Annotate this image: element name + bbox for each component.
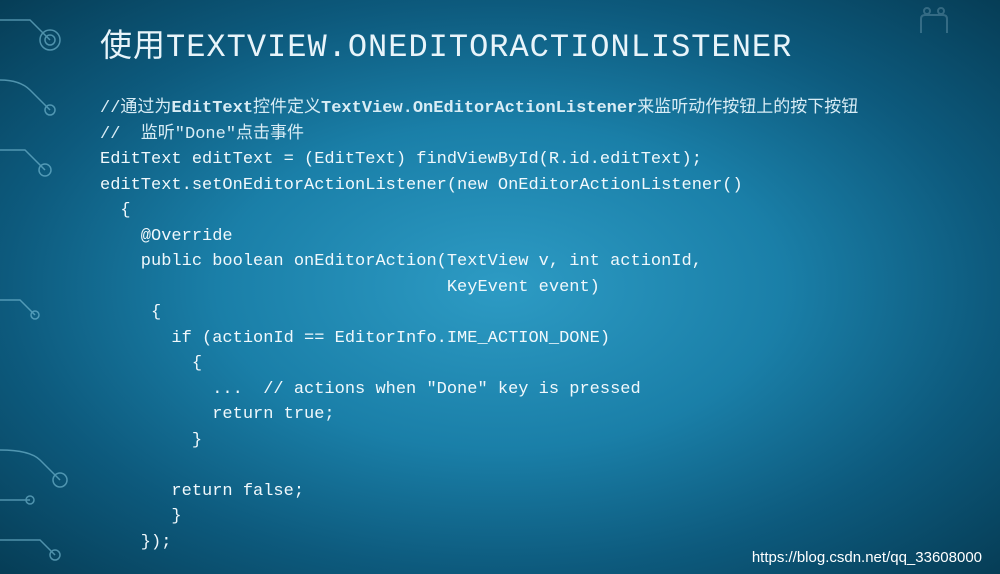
- code-block: //通过为EditText控件定义TextView.OnEditorAction…: [0, 66, 1000, 555]
- code-line-8: KeyEvent event): [100, 278, 600, 297]
- code-line-13: return true;: [100, 405, 335, 424]
- title-prefix: 使用: [100, 27, 166, 63]
- code-line-14: }: [100, 431, 202, 450]
- code-content: //通过为EditText控件定义TextView.OnEditorAction…: [100, 96, 1000, 555]
- title-main: TEXTVIEW.ONEDITORACTIONLISTENER: [166, 29, 792, 66]
- slide-title: 使用TEXTVIEW.ONEDITORACTIONLISTENER: [0, 0, 1000, 66]
- code-line-17: }: [100, 507, 182, 526]
- code-line-6: @Override: [100, 227, 233, 246]
- code-line-10: if (actionId == EditorInfo.IME_ACTION_DO…: [100, 329, 610, 348]
- comment-line-1: //通过为EditText控件定义TextView.OnEditorAction…: [100, 99, 858, 118]
- code-line-5: {: [100, 201, 131, 220]
- code-line-7: public boolean onEditorAction(TextView v…: [100, 252, 702, 271]
- footer-url: https://blog.csdn.net/qq_33608000: [752, 549, 982, 566]
- code-line-11: {: [100, 354, 202, 373]
- code-line-4: editText.setOnEditorActionListener(new O…: [100, 176, 743, 195]
- code-line-16: return false;: [100, 482, 304, 501]
- watermark-logo-icon: [915, 5, 955, 40]
- code-line-18: });: [100, 533, 171, 552]
- code-line-3: EditText editText = (EditText) findViewB…: [100, 150, 702, 169]
- code-line-12: ... // actions when "Done" key is presse…: [100, 380, 641, 399]
- code-line-9: {: [100, 303, 161, 322]
- comment-line-2: // 监听"Done"点击事件: [100, 125, 304, 144]
